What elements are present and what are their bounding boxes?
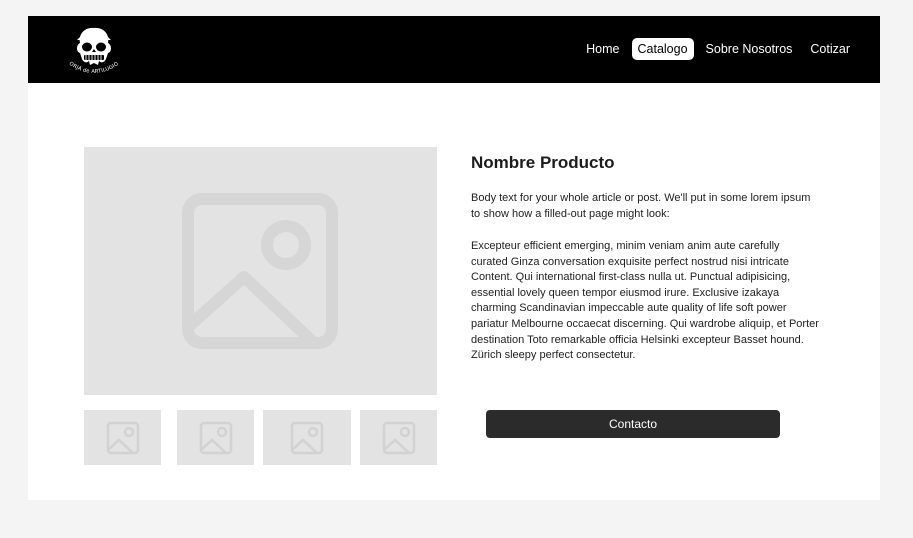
main-product-image — [84, 147, 437, 395]
skull-logo-icon: FORJA de ARTILUGIOS — [64, 21, 119, 75]
contact-button[interactable]: Contacto — [486, 410, 780, 438]
thumbnail-2[interactable] — [177, 410, 254, 465]
thumbnail-1[interactable] — [84, 410, 161, 465]
image-placeholder-icon — [182, 193, 338, 349]
nav-sobre-nosotros[interactable]: Sobre Nosotros — [700, 38, 799, 60]
product-description: Excepteur efficient emerging, minim veni… — [471, 240, 819, 362]
nav-home[interactable]: Home — [580, 38, 625, 60]
thumbnail-4[interactable] — [360, 410, 437, 465]
page-frame: FORJA de ARTILUGIOS Home Catalogo Sobre … — [28, 16, 880, 500]
main-nav: Home Catalogo Sobre Nosotros Cotizar — [574, 38, 856, 60]
thumbnail-3[interactable] — [263, 410, 351, 465]
brand-logo[interactable]: FORJA de ARTILUGIOS — [64, 21, 122, 77]
nav-catalogo[interactable]: Catalogo — [631, 38, 694, 60]
image-placeholder-icon — [382, 421, 415, 454]
product-title: Nombre Producto — [471, 153, 615, 172]
product-intro-text: Body text for your whole article or post… — [471, 192, 811, 220]
image-placeholder-icon — [106, 421, 139, 454]
navbar: FORJA de ARTILUGIOS Home Catalogo Sobre … — [28, 16, 880, 83]
image-placeholder-icon — [199, 421, 232, 454]
image-placeholder-icon — [290, 421, 324, 454]
nav-cotizar[interactable]: Cotizar — [804, 38, 856, 60]
